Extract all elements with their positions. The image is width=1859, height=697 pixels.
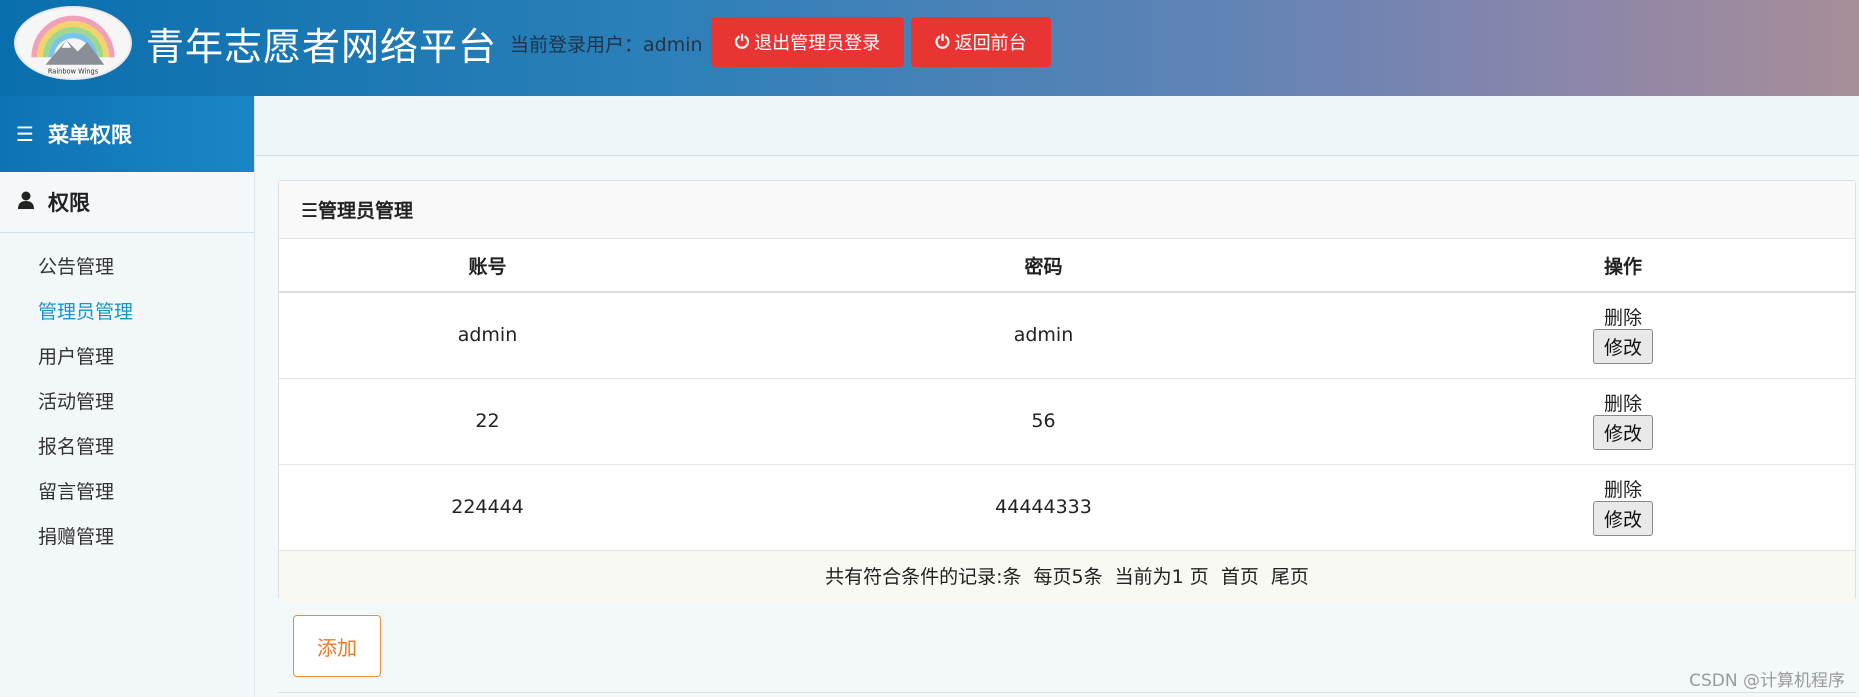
add-button[interactable]: 添加 bbox=[293, 615, 381, 677]
column-header-account: 账号 bbox=[279, 239, 696, 293]
cell-account: 224444 bbox=[279, 464, 696, 551]
delete-link[interactable]: 删除 bbox=[1604, 307, 1642, 329]
table-header-row: 账号 密码 操作 bbox=[279, 239, 1855, 293]
sidebar-menu: 公告管理 管理员管理 用户管理 活动管理 报名管理 留言管理 捐赠管理 bbox=[0, 233, 254, 560]
edit-button[interactable]: 修改 bbox=[1592, 414, 1653, 450]
main-top-bar bbox=[256, 96, 1859, 156]
csdn-watermark: CSDN @计算机程序 bbox=[1689, 671, 1845, 691]
return-front-label: 返回前台 bbox=[954, 33, 1027, 54]
pager-total: 共有符合条件的记录:条 bbox=[825, 565, 1022, 588]
pager-current: 当前为1 页 bbox=[1114, 565, 1209, 588]
edit-button[interactable]: 修改 bbox=[1592, 500, 1653, 536]
logo-text: Rainbow Wings bbox=[48, 67, 99, 75]
sidebar-group-label: 权限 bbox=[48, 191, 90, 215]
sidebar-heading-label: 菜单权限 bbox=[47, 123, 132, 147]
table-row: 224444 44444333 删除 修改 bbox=[279, 464, 1855, 551]
login-status: 当前登录用户：admin bbox=[510, 30, 703, 57]
cell-actions: 删除 修改 bbox=[1391, 378, 1855, 465]
sidebar-item-users[interactable]: 用户管理 bbox=[0, 335, 254, 380]
sidebar-item-announcements[interactable]: 公告管理 bbox=[0, 245, 254, 290]
sidebar-item-donations[interactable]: 捐赠管理 bbox=[0, 515, 254, 560]
list-icon: ☰ bbox=[16, 122, 34, 146]
cell-actions: 删除 修改 bbox=[1391, 292, 1855, 379]
column-header-password: 密码 bbox=[696, 239, 1391, 293]
sidebar-item-activities[interactable]: 活动管理 bbox=[0, 380, 254, 425]
power-icon: ⏻ bbox=[935, 31, 950, 53]
top-header: Rainbow Wings 青年志愿者网络平台 当前登录用户：admin ⏻ 退… bbox=[0, 0, 1859, 96]
pager-first-link[interactable]: 首页 bbox=[1221, 566, 1259, 588]
panel-title: ☰管理员管理 bbox=[279, 181, 1855, 239]
login-label: 当前登录用户： bbox=[510, 34, 644, 56]
column-header-actions: 操作 bbox=[1391, 239, 1855, 293]
admin-management-panel: ☰管理员管理 账号 密码 操作 admin admin 删除 修改 22 56 … bbox=[278, 180, 1856, 603]
cell-password: admin bbox=[696, 292, 1391, 379]
logo-graphic: Rainbow Wings bbox=[31, 15, 115, 75]
delete-link[interactable]: 删除 bbox=[1604, 479, 1642, 501]
pagination-bar: 共有符合条件的记录:条 每页5条 当前为1 页 首页 尾页 bbox=[279, 550, 1855, 603]
sidebar-group-permissions[interactable]: 权限 bbox=[0, 172, 254, 233]
delete-link[interactable]: 删除 bbox=[1604, 393, 1642, 415]
pager-last-link[interactable]: 尾页 bbox=[1271, 566, 1309, 588]
pager-per-page: 每页5条 bbox=[1033, 565, 1103, 588]
admin-table: 账号 密码 操作 admin admin 删除 修改 22 56 删除 修改 2… bbox=[279, 239, 1855, 551]
logout-admin-label: 退出管理员登录 bbox=[754, 33, 881, 54]
login-username: admin bbox=[643, 34, 703, 56]
sidebar-item-registrations[interactable]: 报名管理 bbox=[0, 425, 254, 470]
sidebar-item-admins[interactable]: 管理员管理 bbox=[0, 290, 254, 335]
rainbow-wings-logo: Rainbow Wings bbox=[14, 6, 132, 80]
sidebar-item-messages[interactable]: 留言管理 bbox=[0, 470, 254, 515]
cell-password: 44444333 bbox=[696, 464, 1391, 551]
edit-button[interactable]: 修改 bbox=[1592, 328, 1653, 364]
sidebar-heading: ☰ 菜单权限 bbox=[0, 96, 254, 172]
power-icon: ⏻ bbox=[734, 31, 750, 53]
cell-account: admin bbox=[279, 292, 696, 379]
bottom-divider bbox=[278, 692, 1856, 693]
sidebar: ☰ 菜单权限 权限 公告管理 管理员管理 用户管理 活动管理 报名管理 留言管理… bbox=[0, 96, 255, 697]
cell-account: 22 bbox=[279, 378, 696, 465]
user-icon bbox=[18, 190, 34, 214]
return-front-button[interactable]: ⏻ 返回前台 bbox=[911, 17, 1051, 67]
cell-password: 56 bbox=[696, 378, 1391, 465]
table-row: admin admin 删除 修改 bbox=[279, 292, 1855, 379]
cell-actions: 删除 修改 bbox=[1391, 464, 1855, 551]
site-title: 青年志愿者网络平台 bbox=[146, 25, 498, 69]
table-row: 22 56 删除 修改 bbox=[279, 378, 1855, 465]
logout-admin-button[interactable]: ⏻ 退出管理员登录 bbox=[711, 17, 904, 67]
